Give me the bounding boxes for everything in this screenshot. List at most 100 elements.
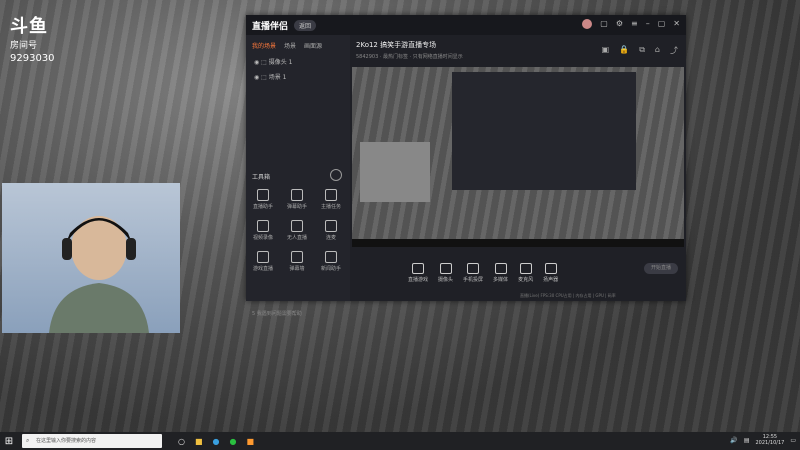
streaming-app-window[interactable]: 直播伴侣 返回 ▢ ⚙ ≡ – ▢ ✕ 我的场景 场景 画面源 ◉ ⬚ 摄像头 … — [246, 15, 686, 317]
toolbox-title: 工具箱 — [252, 174, 271, 181]
volume-icon[interactable]: 🔊 — [730, 437, 737, 444]
microphone-icon — [519, 263, 532, 274]
app-titlebar[interactable]: 直播伴侣 返回 ▢ ⚙ ≡ – ▢ ✕ — [246, 15, 686, 35]
wechat-icon[interactable]: ● — [230, 437, 237, 446]
tool-icon — [291, 189, 303, 201]
copy-icon[interactable]: ⧉ — [639, 45, 645, 56]
network-icon[interactable]: ▤ — [744, 437, 750, 444]
control-phone[interactable]: 手机投屏 — [463, 263, 483, 283]
preview-taskbar — [352, 239, 684, 247]
app-icon[interactable]: ■ — [247, 437, 255, 446]
tool-item[interactable]: 连麦 — [314, 220, 348, 241]
stream-title[interactable]: 2Ko12 搞笑手游直播专场 — [356, 40, 436, 50]
game-icon — [412, 263, 424, 274]
tool-label: 直播助手 — [252, 204, 273, 210]
scene-item-camera[interactable]: ◉ ⬚ 摄像头 1 — [246, 54, 350, 69]
tool-item[interactable]: 弹幕助手 — [280, 189, 314, 210]
sidebar: 我的场景 场景 画面源 ◉ ⬚ 摄像头 1 ◉ ⬚ 场景 1 工具箱 直播助手 … — [246, 35, 350, 317]
windows-taskbar: ⊞ ⌕ 在这里输入你要搜索的内容 ○ ■ ● ● ■ 🔊 ▤ 12:55 202… — [0, 432, 800, 450]
help-hint[interactable]: 5 我遇到问题需要帮助 — [252, 310, 302, 317]
scene-item-scene[interactable]: ◉ ⬚ 场景 1 — [246, 69, 350, 84]
tool-label: 连麦 — [325, 235, 336, 241]
header-actions: ▣ 🔒 ⧉ ⌂ ⤴ — [602, 45, 678, 56]
gift-icon[interactable]: ▣ — [602, 45, 610, 56]
tool-item[interactable]: 主播任务 — [314, 189, 348, 210]
tool-label: 新闻助手 — [320, 266, 341, 272]
message-icon[interactable]: ▢ — [600, 19, 608, 29]
windows-start-icon[interactable]: ⊞ — [0, 432, 18, 450]
tool-label: 游戏直播 — [252, 266, 273, 272]
tool-item[interactable]: 弹幕墙 — [280, 251, 314, 272]
control-media[interactable]: 多媒体 — [493, 263, 508, 283]
home-icon[interactable]: ⌂ — [655, 45, 660, 56]
tool-icon — [325, 251, 337, 263]
taskbar-apps: ○ ■ ● ● ■ — [178, 437, 254, 446]
clock[interactable]: 12:55 2021/10/17 — [756, 434, 785, 446]
phone-icon — [467, 263, 480, 274]
tab-my-scenes[interactable]: 我的场景 — [252, 41, 276, 50]
tool-item[interactable]: 直播助手 — [246, 189, 280, 210]
minimize-icon[interactable]: – — [646, 19, 650, 29]
control-mic[interactable]: 麦克风 — [518, 263, 533, 283]
tool-label: 主播任务 — [320, 204, 341, 210]
sidebar-tabs: 我的场景 场景 画面源 — [246, 35, 350, 54]
edge-icon[interactable]: ● — [213, 437, 220, 446]
tool-icon — [257, 189, 269, 201]
tool-label: 弹幕墙 — [289, 266, 305, 272]
task-view-icon[interactable]: ○ — [178, 437, 185, 446]
system-tray: 🔊 ▤ 12:55 2021/10/17 ▭ — [730, 434, 796, 446]
streamer-figure — [49, 216, 149, 333]
control-label: 扬声器 — [543, 277, 559, 283]
tool-item[interactable]: 视频录像 — [246, 220, 280, 241]
room-id: 9293030 — [10, 53, 55, 64]
start-stream-button[interactable]: 开始直播 — [644, 263, 678, 274]
tool-item[interactable]: 新闻助手 — [314, 251, 348, 272]
tool-label: 视频录像 — [252, 235, 273, 241]
control-label: 多媒体 — [493, 277, 509, 283]
tab-scenes[interactable]: 场景 — [284, 41, 296, 50]
settings-icon[interactable]: ⚙ — [616, 19, 623, 29]
tool-item[interactable]: 无人直播 — [280, 220, 314, 241]
tool-icon — [257, 251, 269, 263]
status-bar: 直播(Live) FPS:30 CPU占用 | 内存占用 | GPU | 码率 — [520, 293, 616, 298]
douyu-logo: 斗鱼 — [10, 16, 48, 37]
tool-icon — [291, 220, 303, 232]
return-badge[interactable]: 返回 — [294, 19, 317, 31]
control-label: 手机投屏 — [463, 277, 484, 283]
camera-icon — [439, 263, 452, 274]
menu-icon[interactable]: ≡ — [631, 19, 638, 29]
preview-webcam — [360, 142, 430, 202]
search-placeholder: 在这里输入你要搜索的内容 — [36, 438, 97, 444]
toolbox-settings-icon[interactable] — [330, 169, 342, 181]
clock-date: 2021/10/17 — [755, 440, 785, 446]
webcam-overlay — [2, 183, 180, 333]
douyu-overlay: 斗鱼 房间号 9293030 — [10, 12, 55, 64]
stream-header: 2Ko12 搞笑手游直播专场 5842903 · 最热门标签 · 只有网络直播时… — [350, 35, 686, 67]
tab-sources[interactable]: 画面源 — [304, 41, 322, 50]
avatar[interactable] — [582, 19, 593, 29]
taskbar-search[interactable]: ⌕ 在这里输入你要搜索的内容 — [22, 434, 162, 448]
stream-preview[interactable] — [352, 67, 684, 247]
scene-label: 场景 1 — [268, 74, 287, 81]
tool-label: 弹幕助手 — [286, 204, 307, 210]
control-label: 直播游戏 — [408, 277, 429, 283]
control-game[interactable]: 直播游戏 — [408, 263, 428, 283]
source-controls: 直播游戏 摄像头 手机投屏 多媒体 麦克风 扬声器 — [352, 255, 684, 291]
control-camera[interactable]: 摄像头 — [438, 263, 453, 283]
close-icon[interactable]: ✕ — [673, 19, 680, 29]
stream-subtitle: 5842903 · 最热门标签 · 只有网络直播时间显示 — [356, 54, 463, 60]
share-icon[interactable]: ⤴ — [670, 45, 678, 56]
window-controls: ▢ ⚙ ≡ – ▢ ✕ — [582, 19, 680, 29]
explorer-icon[interactable]: ■ — [195, 437, 203, 446]
notification-icon[interactable]: ▭ — [790, 437, 796, 444]
tool-icon — [257, 220, 269, 232]
speaker-icon — [544, 263, 557, 274]
tool-item[interactable]: 游戏直播 — [246, 251, 280, 272]
maximize-icon[interactable]: ▢ — [658, 19, 666, 29]
tool-icon — [291, 251, 303, 263]
search-icon: ⌕ — [26, 437, 30, 444]
control-speaker[interactable]: 扬声器 — [543, 263, 558, 283]
lock-icon[interactable]: 🔒 — [619, 45, 629, 56]
tool-icon — [325, 220, 337, 232]
nested-preview-window — [452, 72, 636, 190]
